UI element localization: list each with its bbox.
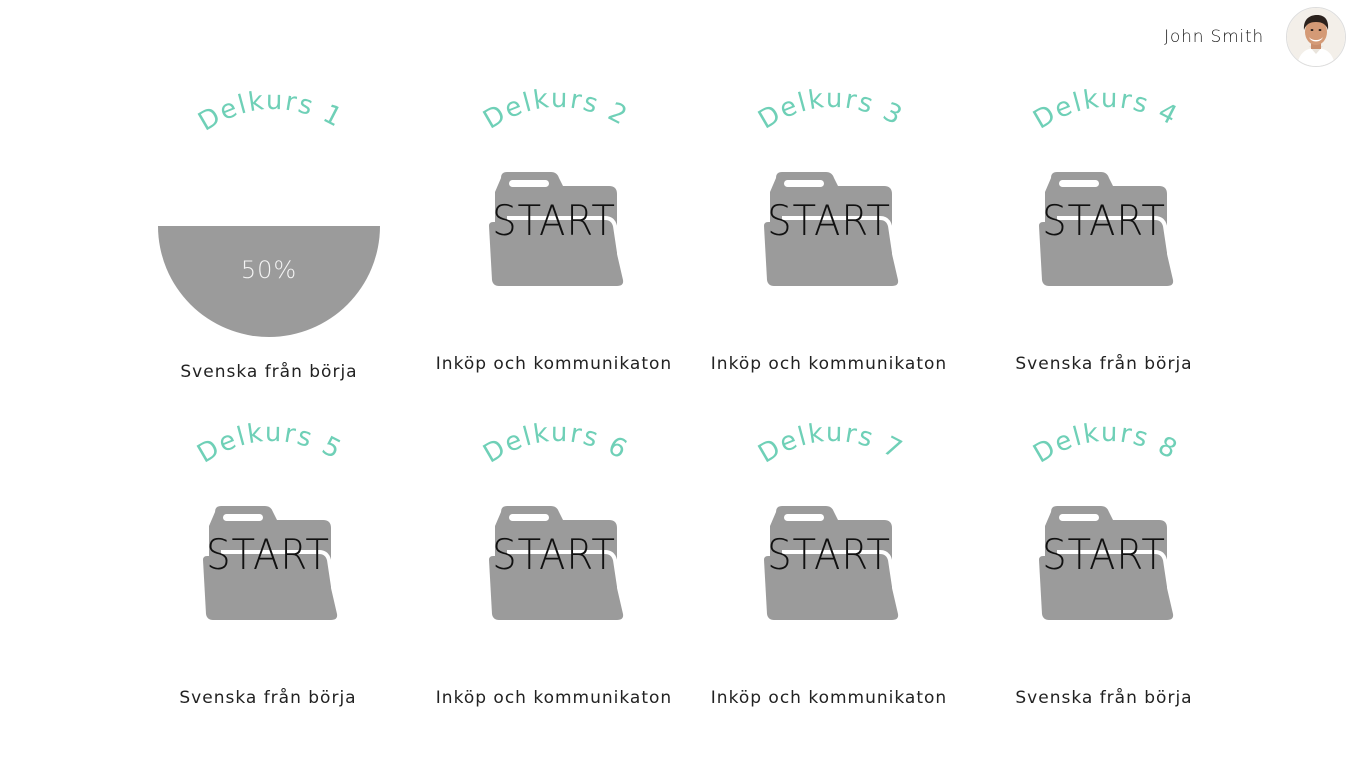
course-card: Delkurs 4 START Svenska från börja <box>974 84 1234 384</box>
start-label: START <box>492 530 616 579</box>
start-button[interactable]: START <box>762 506 901 621</box>
svg-text:Delkurs 8: Delkurs 8 <box>1028 418 1183 470</box>
course-card: Delkurs 8 START Svenska från börja <box>974 418 1234 718</box>
course-subtitle: Svenska från börja <box>1015 688 1193 708</box>
course-title: Delkurs 7 <box>753 418 908 470</box>
avatar[interactable] <box>1286 7 1346 67</box>
start-button[interactable]: START <box>1037 172 1176 287</box>
user-name: John Smith <box>1164 27 1264 47</box>
course-card: Delkurs 1 50% Svenska från börja <box>139 86 399 386</box>
svg-text:Delkurs 2: Delkurs 2 <box>478 84 633 136</box>
svg-text:Delkurs 7: Delkurs 7 <box>753 418 908 470</box>
user-menu[interactable]: John Smith <box>1164 7 1346 67</box>
svg-text:Delkurs 4: Delkurs 4 <box>1028 84 1183 136</box>
start-button[interactable]: START <box>201 506 340 621</box>
svg-text:Delkurs 1: Delkurs 1 <box>193 86 348 138</box>
course-subtitle: Inköp och kommunikaton <box>710 688 948 708</box>
course-card: Delkurs 5 START Svenska från börja <box>138 418 398 718</box>
start-button[interactable]: START <box>762 172 901 287</box>
course-title: Delkurs 5 <box>192 418 347 470</box>
svg-text:Delkurs 6: Delkurs 6 <box>478 418 633 470</box>
course-card: Delkurs 7 START Inköp och kommunikaton <box>699 418 959 718</box>
svg-text:Delkurs 3: Delkurs 3 <box>753 84 908 136</box>
start-label: START <box>767 530 891 579</box>
start-button[interactable]: START <box>487 172 626 287</box>
course-card: Delkurs 6 START Inköp och kommunikaton <box>424 418 684 718</box>
course-subtitle: Inköp och kommunikaton <box>435 354 673 374</box>
course-subtitle: Svenska från börja <box>179 688 357 708</box>
svg-text:Delkurs 5: Delkurs 5 <box>192 418 347 470</box>
start-button[interactable]: START <box>1037 506 1176 621</box>
course-subtitle: Svenska från börja <box>180 362 358 382</box>
start-label: START <box>1042 530 1166 579</box>
course-title: Delkurs 6 <box>478 418 633 470</box>
start-label: START <box>206 530 330 579</box>
course-subtitle: Inköp och kommunikaton <box>435 688 673 708</box>
start-label: START <box>492 196 616 245</box>
course-subtitle: Svenska från börja <box>1015 354 1193 374</box>
course-title: Delkurs 3 <box>753 84 908 136</box>
start-button[interactable]: START <box>487 506 626 621</box>
course-card: Delkurs 3 START Inköp och kommunikaton <box>699 84 959 384</box>
course-title: Delkurs 8 <box>1028 418 1183 470</box>
progress-percent: 50% <box>240 256 298 284</box>
course-subtitle: Inköp och kommunikaton <box>710 354 948 374</box>
course-title: Delkurs 1 <box>193 86 348 138</box>
progress-indicator[interactable]: 50% <box>158 226 380 338</box>
start-label: START <box>1042 196 1166 245</box>
course-title: Delkurs 4 <box>1028 84 1183 136</box>
start-label: START <box>767 196 891 245</box>
course-card: Delkurs 2 START Inköp och kommunikaton <box>424 84 684 384</box>
course-title: Delkurs 2 <box>478 84 633 136</box>
